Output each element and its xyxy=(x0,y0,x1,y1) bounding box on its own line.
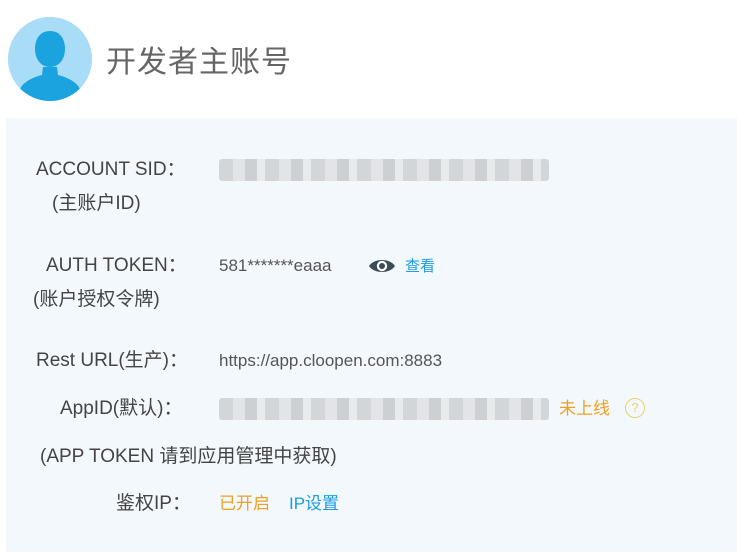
account-sid-sublabel: (主账户ID) xyxy=(52,193,141,214)
auth-token-value: 581*******eaaa xyxy=(219,256,332,275)
app-id-label: AppID(默认)： xyxy=(60,398,183,419)
auth-ip-status: 已开启 xyxy=(219,494,270,513)
auth-token-label: AUTH TOKEN： xyxy=(46,255,187,276)
ip-settings-link[interactable]: IP设置 xyxy=(289,493,339,515)
app-token-note: (APP TOKEN 请到应用管理中获取) xyxy=(40,446,337,467)
auth-token-sublabel: (账户授权令牌) xyxy=(33,289,160,310)
account-info-panel xyxy=(6,118,737,552)
question-circle-icon[interactable]: ? xyxy=(625,398,645,418)
user-silhouette-icon xyxy=(8,17,92,101)
rest-url-value: https://app.cloopen.com:8883 xyxy=(219,351,443,370)
auth-ip-label: 鉴权IP： xyxy=(116,493,191,514)
avatar xyxy=(8,17,92,101)
header: 开发者主账号 xyxy=(0,0,743,118)
view-token-link[interactable]: 查看 xyxy=(405,257,435,277)
account-sid-label: ACCOUNT SID： xyxy=(36,159,186,180)
app-status-badge: 未上线 xyxy=(559,399,610,418)
app-id-value-redacted xyxy=(219,398,549,420)
page-title: 开发者主账号 xyxy=(106,46,292,79)
account-sid-value-redacted xyxy=(219,159,549,181)
eye-icon[interactable] xyxy=(367,256,397,276)
rest-url-label: Rest URL(生产)： xyxy=(36,350,189,371)
